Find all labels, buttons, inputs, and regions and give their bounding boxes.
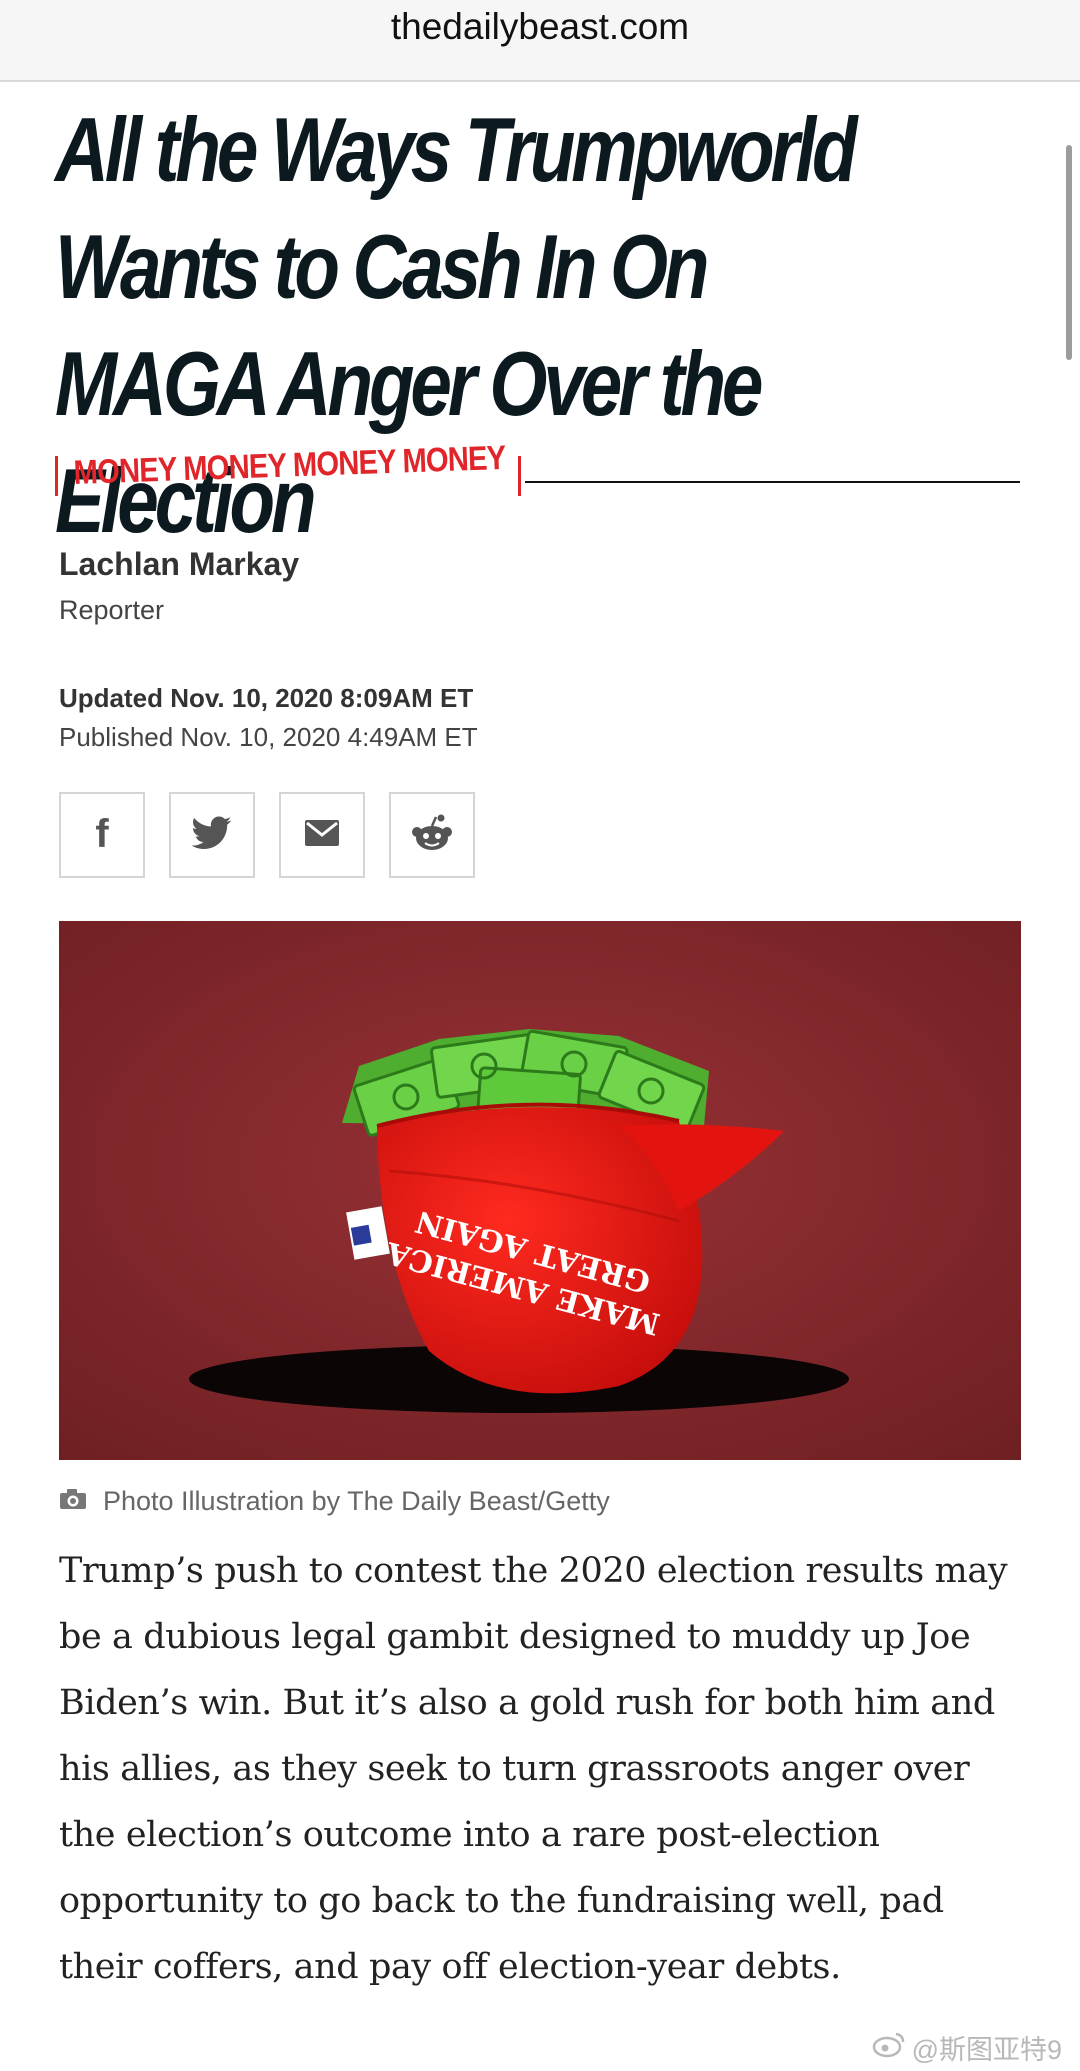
- twitter-icon: [191, 816, 232, 855]
- updated-timestamp: Updated Nov. 10, 2020 8:09AM ET: [59, 683, 474, 713]
- share-facebook-button[interactable]: f: [59, 792, 145, 878]
- published-timestamp: Published Nov. 10, 2020 4:49AM ET: [59, 722, 478, 752]
- author-role: Reporter: [59, 595, 165, 625]
- image-caption: Photo Illustration by The Daily Beast/Ge…: [59, 1483, 610, 1519]
- hero-image[interactable]: MAKE AMERICA GREAT AGAIN: [59, 921, 1021, 1460]
- watermark: @斯图亚特9: [867, 2026, 1066, 2069]
- watermark-text: @斯图亚特9: [911, 2035, 1062, 2065]
- section-kicker: MONEY MONEY MONEY MONEY: [55, 439, 1020, 500]
- camera-icon: [59, 1488, 87, 1515]
- browser-address-bar[interactable]: thedailybeast.com: [0, 0, 1080, 82]
- author-name[interactable]: Lachlan Markay: [59, 546, 299, 583]
- kicker-rule: [525, 481, 1020, 483]
- reddit-icon: [411, 814, 453, 857]
- facebook-icon: f: [85, 812, 119, 858]
- caption-text: Photo Illustration by The Daily Beast/Ge…: [103, 1485, 610, 1516]
- share-reddit-button[interactable]: [389, 792, 475, 878]
- kicker-bar-right: [518, 456, 521, 496]
- weibo-icon: [872, 2030, 906, 2065]
- svg-text:f: f: [95, 813, 109, 853]
- kicker-bar-left: [55, 456, 58, 496]
- article-body-paragraph: Trump’s push to contest the 2020 electio…: [59, 1551, 1008, 1987]
- url-text[interactable]: thedailybeast.com: [0, 6, 1080, 48]
- share-email-button[interactable]: [279, 792, 365, 878]
- email-icon: [304, 819, 340, 852]
- scrollbar-thumb[interactable]: [1066, 145, 1072, 360]
- share-twitter-button[interactable]: [169, 792, 255, 878]
